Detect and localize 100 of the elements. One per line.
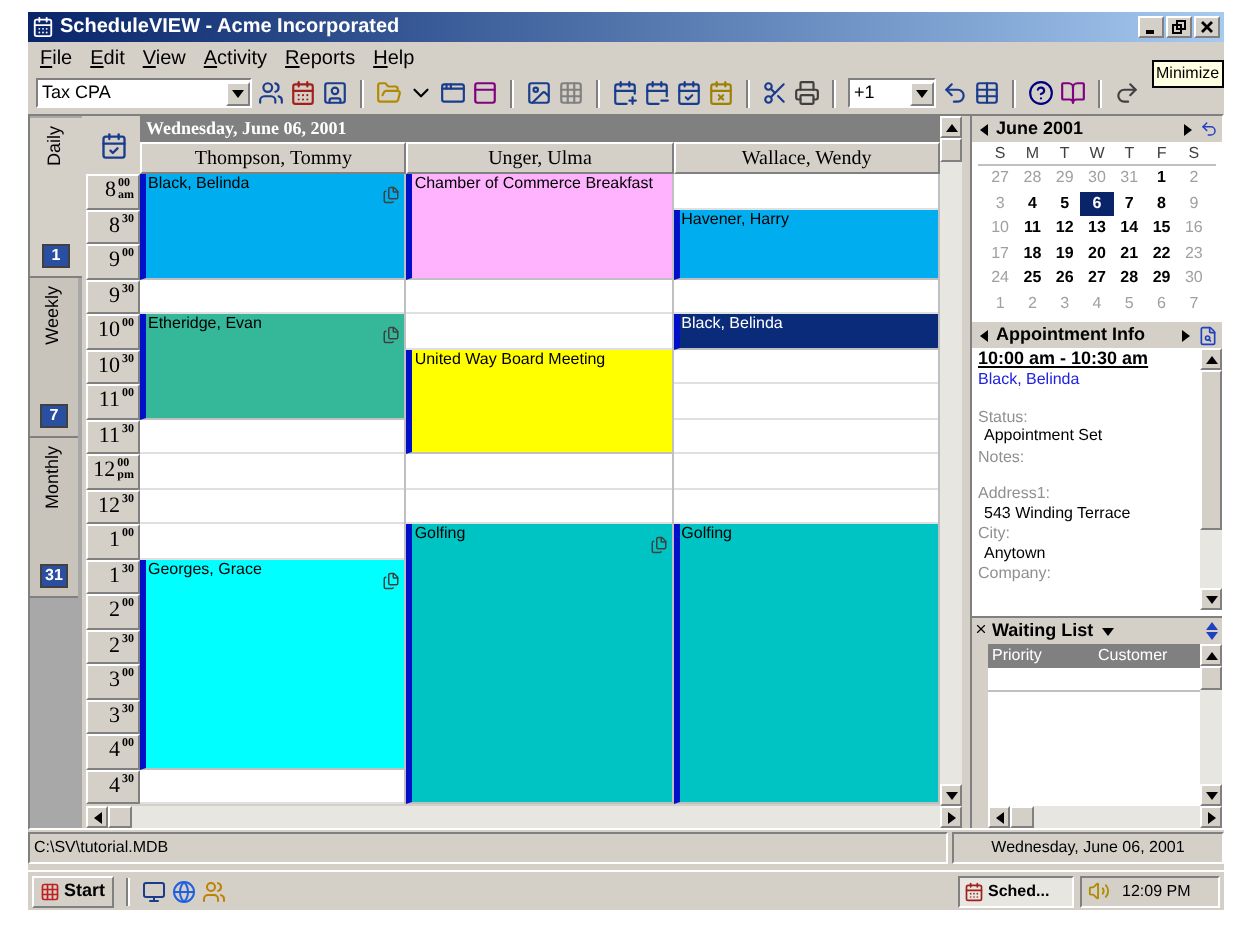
scroll-down-button[interactable] — [940, 784, 962, 806]
appointment-title: Black, Belinda — [148, 174, 252, 194]
column-header[interactable]: Priority — [988, 644, 1094, 668]
window-icon[interactable] — [440, 80, 466, 106]
calendar-day[interactable]: 27 — [1080, 266, 1114, 291]
scroll-left-button[interactable] — [86, 806, 108, 828]
menu-item[interactable]: View — [142, 43, 186, 73]
hour-label: 4 — [109, 771, 120, 799]
view-tab[interactable]: Monthly 31 — [30, 438, 78, 598]
menu-item[interactable]: Reports — [285, 43, 356, 73]
document-icon[interactable] — [1198, 325, 1218, 345]
person-icon[interactable] — [322, 80, 348, 106]
calendar-day[interactable]: 29 — [1145, 266, 1178, 291]
appointment-block[interactable]: United Way Board Meeting — [406, 349, 672, 454]
calendar-icon[interactable] — [290, 80, 316, 106]
scroll-right-button[interactable] — [1200, 806, 1222, 828]
scroll-up-button[interactable] — [940, 116, 962, 138]
column-header[interactable]: Wallace, Wendy — [673, 142, 940, 174]
hour-label: 3 — [109, 666, 120, 694]
calendar-day[interactable]: 4 — [1016, 191, 1049, 216]
close-icon[interactable] — [973, 622, 987, 636]
desktop-icon[interactable] — [141, 879, 166, 903]
appointment-block[interactable]: Golfing — [673, 524, 938, 804]
column-header[interactable]: Thompson, Tommy — [140, 142, 407, 174]
calendar-day[interactable]: 14 — [1113, 216, 1146, 241]
scroll-left-button[interactable] — [988, 806, 1010, 828]
calendar-day[interactable]: 8 — [1145, 191, 1178, 216]
increment-field[interactable]: +1 — [848, 78, 936, 108]
calendar-day[interactable]: 28 — [1113, 266, 1146, 291]
scroll-right-button[interactable] — [940, 806, 962, 828]
scroll-up-button[interactable] — [1200, 644, 1222, 666]
menu-item[interactable]: Activity — [203, 43, 268, 73]
calendar-check-icon[interactable] — [99, 131, 127, 159]
window-icon[interactable] — [472, 80, 498, 106]
help-icon[interactable] — [1028, 80, 1054, 106]
appointment-block[interactable]: Black, Belinda — [673, 314, 938, 349]
calendar-day[interactable]: 6 — [1080, 191, 1114, 216]
calendar-day[interactable]: 15 — [1145, 216, 1178, 241]
appointment-block[interactable]: Georges, Grace — [140, 559, 405, 769]
appointment-block[interactable]: Chamber of Commerce Breakfast — [406, 174, 672, 279]
appointment-block[interactable]: Havener, Harry — [673, 209, 938, 279]
printer-icon[interactable] — [794, 80, 820, 106]
calendar-day[interactable]: 21 — [1113, 241, 1146, 266]
scroll-down-button[interactable] — [1200, 784, 1222, 806]
calendar-day[interactable]: 13 — [1080, 216, 1114, 241]
right-arrow-icon — [943, 809, 959, 825]
start-button[interactable]: Start — [32, 875, 114, 907]
calendar-day[interactable]: 5 — [1048, 191, 1081, 216]
browser-icon[interactable] — [171, 879, 196, 903]
panel-title: Waiting List — [992, 617, 1094, 644]
calendar-day[interactable]: 19 — [1048, 241, 1081, 266]
scissors-icon[interactable] — [762, 80, 788, 106]
calendar-check-icon[interactable] — [676, 80, 702, 106]
calendar-remove-icon[interactable] — [644, 80, 670, 106]
menu-item[interactable]: File — [40, 43, 73, 73]
people-icon[interactable] — [258, 80, 284, 106]
calendar-add-icon[interactable] — [612, 80, 638, 106]
appointment-block[interactable]: Etheridge, Evan — [140, 314, 405, 419]
appointment-block[interactable]: Golfing — [406, 524, 672, 804]
resource-combo[interactable]: Tax CPA — [36, 78, 252, 108]
calendar-day[interactable]: 18 — [1016, 241, 1049, 266]
picture-frame-icon[interactable] — [526, 80, 552, 106]
restore-button[interactable] — [1166, 16, 1192, 38]
calendar-day[interactable]: 12 — [1048, 216, 1081, 241]
scroll-down-button[interactable] — [1200, 588, 1222, 610]
appointment-block[interactable]: Black, Belinda — [140, 174, 405, 279]
view-tab[interactable]: Daily 1 — [30, 118, 82, 278]
calendar-day[interactable]: 22 — [1145, 241, 1178, 266]
column-header[interactable]: Unger, Ulma — [406, 142, 674, 174]
scroll-up-button[interactable] — [1200, 348, 1222, 370]
task-button[interactable]: Sched... — [958, 875, 1074, 907]
column-header[interactable]: Customer — [1094, 644, 1200, 668]
scroll-thumb[interactable] — [1200, 666, 1222, 690]
weekday-label: T — [1122, 142, 1137, 164]
view-tab[interactable]: Weekly 7 — [30, 278, 78, 438]
sort-icon[interactable] — [1206, 622, 1218, 640]
calendar-day[interactable]: 1 — [1145, 166, 1178, 191]
redo-icon[interactable] — [1114, 80, 1140, 106]
scroll-thumb[interactable] — [1200, 370, 1222, 530]
return-icon[interactable] — [1200, 120, 1218, 138]
calendar-day[interactable]: 7 — [1113, 191, 1146, 216]
close-button[interactable] — [1194, 16, 1220, 38]
scroll-thumb[interactable] — [1010, 806, 1034, 828]
calendar-day[interactable]: 11 — [1016, 216, 1049, 241]
table-icon[interactable] — [974, 80, 1000, 106]
hour-label: 11 — [98, 386, 120, 414]
calendar-day[interactable]: 26 — [1048, 266, 1081, 291]
minimize-button[interactable] — [1138, 16, 1164, 38]
calendar-day[interactable]: 25 — [1016, 266, 1049, 291]
scroll-thumb[interactable] — [108, 806, 132, 828]
down-arrow-icon — [1203, 787, 1219, 803]
calendar-day[interactable]: 20 — [1080, 241, 1114, 266]
menu-item[interactable]: Edit — [90, 43, 125, 73]
weekday-label: S — [992, 142, 1008, 164]
menu-item[interactable]: Help — [373, 43, 415, 73]
book-icon[interactable] — [1060, 80, 1086, 106]
customer-link[interactable]: Black, Belinda — [978, 370, 1194, 389]
field-label: Notes: — [978, 447, 1027, 466]
undo-icon[interactable] — [942, 80, 968, 106]
scroll-thumb[interactable] — [940, 138, 962, 162]
